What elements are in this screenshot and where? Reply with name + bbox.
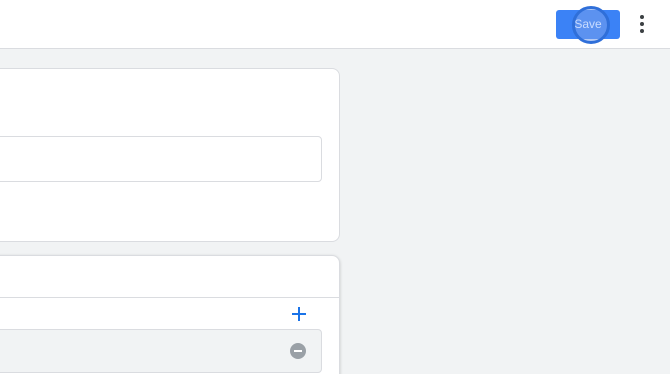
- more-dot: [640, 22, 644, 26]
- add-icon[interactable]: [290, 305, 308, 323]
- more-dot: [640, 29, 644, 33]
- list-item[interactable]: [0, 329, 322, 373]
- page: Save: [0, 0, 670, 374]
- more-dot: [640, 15, 644, 19]
- save-button[interactable]: Save: [556, 6, 620, 44]
- remove-circle-icon[interactable]: [290, 343, 306, 359]
- remove-bar: [294, 350, 302, 352]
- more-vert-icon[interactable]: [630, 12, 654, 36]
- save-button-label: Save: [574, 17, 602, 31]
- text-field[interactable]: [0, 136, 322, 182]
- top-toolbar: Save: [0, 0, 670, 49]
- divider: [0, 297, 339, 298]
